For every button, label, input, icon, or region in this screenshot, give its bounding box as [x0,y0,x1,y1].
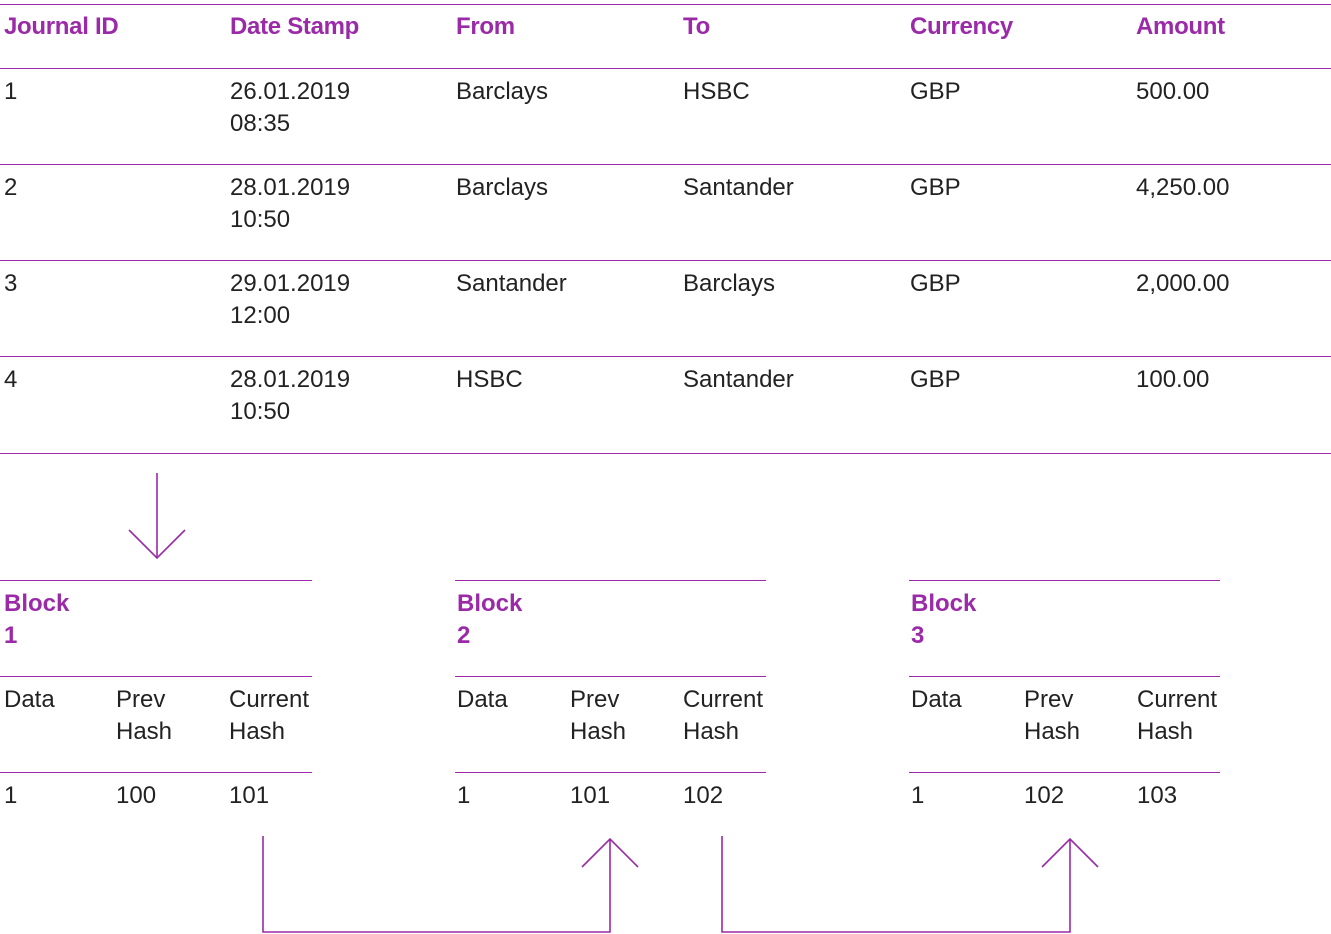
hash-link-connector-1 [262,836,611,933]
connector-arrows [128,473,1099,933]
hash-link-connector-2 [721,836,1071,933]
arrow-down-icon [128,473,186,560]
